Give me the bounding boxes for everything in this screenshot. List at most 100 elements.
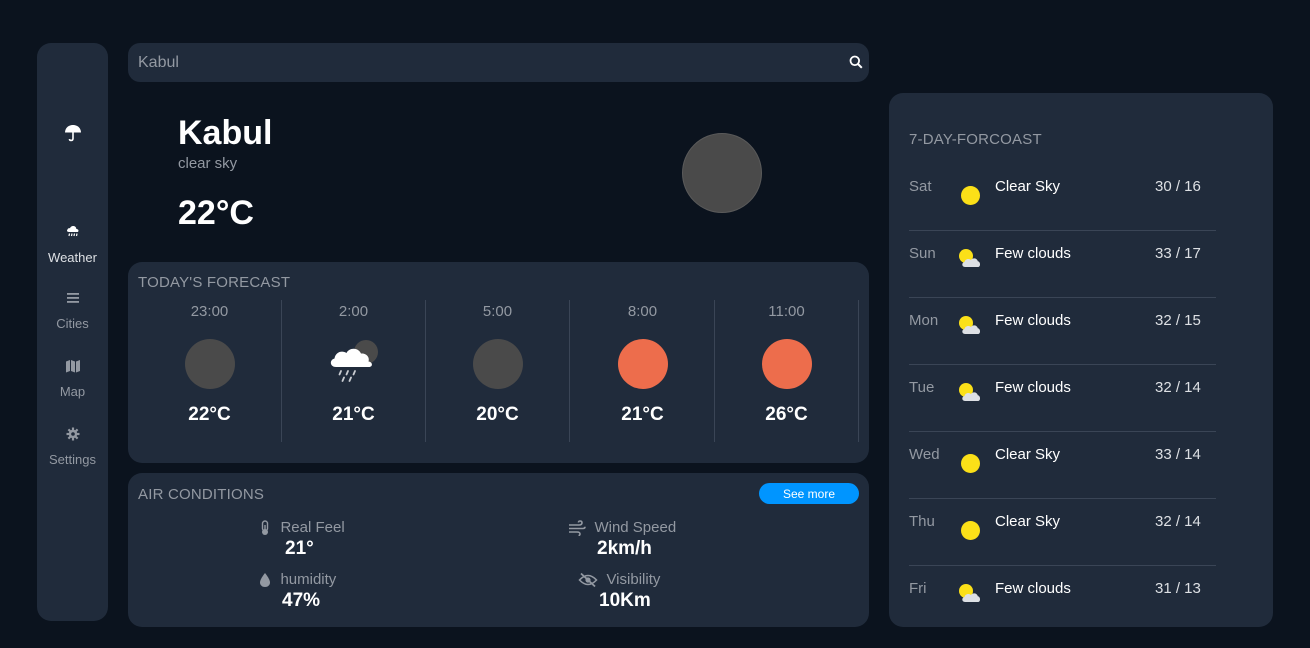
day-temp-range: 32 / 14 bbox=[1155, 513, 1201, 530]
moon-icon bbox=[184, 339, 235, 389]
hour-temp: 26°C bbox=[765, 404, 808, 425]
sidebar-item-label: Settings bbox=[49, 452, 96, 467]
sun-icon bbox=[617, 339, 668, 389]
day-condition: Few clouds bbox=[995, 245, 1071, 262]
panel-title: AIR CONDITIONS bbox=[138, 486, 265, 503]
moon-icon bbox=[472, 339, 523, 389]
sidebar-item-label: Map bbox=[59, 384, 86, 399]
hour-temp: 21°C bbox=[621, 404, 664, 425]
day-row: Sun Few clouds 33 / 17 bbox=[909, 231, 1216, 298]
hour-time: 23:00 bbox=[190, 303, 229, 320]
cloud-rain-moon-icon bbox=[330, 340, 378, 382]
seven-day-forecast-panel: 7-DAY-FORCOAST Sat Clear Sky 30 / 16 Sun… bbox=[889, 93, 1273, 627]
air-conditions-panel: AIR CONDITIONS See more Real Feel 21° Wi… bbox=[128, 473, 869, 627]
day-temp-range: 32 / 14 bbox=[1155, 379, 1201, 396]
sun-icon bbox=[957, 178, 983, 205]
day-row: Fri Few clouds 31 / 13 bbox=[909, 566, 1216, 633]
search-input[interactable] bbox=[128, 43, 828, 82]
hour-temp: 20°C bbox=[476, 404, 519, 425]
panel-title: TODAY'S FORECAST bbox=[138, 274, 291, 291]
humidity-item: humidity 47% bbox=[258, 571, 336, 612]
hour-time: 5:00 bbox=[482, 303, 513, 320]
sidebar-item-map[interactable]: Map bbox=[37, 359, 108, 399]
sun-cloud-icon bbox=[957, 379, 983, 405]
day-condition: Clear Sky bbox=[995, 446, 1061, 463]
condition-value: 21° bbox=[285, 538, 314, 559]
day-name: Mon bbox=[909, 312, 939, 329]
day-condition: Few clouds bbox=[995, 312, 1071, 329]
droplet-icon bbox=[260, 572, 270, 587]
hourly-item: 8:00 21°C bbox=[571, 300, 715, 442]
visibility-item: Visibility 10Km bbox=[578, 571, 660, 612]
umbrella-icon[interactable] bbox=[37, 123, 108, 148]
city-name: Kabul bbox=[178, 114, 273, 152]
condition-label: Visibility bbox=[606, 571, 661, 589]
day-condition: Few clouds bbox=[995, 580, 1071, 597]
day-name: Sun bbox=[909, 245, 936, 262]
sidebar-item-weather[interactable]: Weather bbox=[37, 223, 108, 265]
sidebar-item-settings[interactable]: Settings bbox=[37, 427, 108, 467]
thermometer-icon bbox=[261, 520, 269, 535]
sun-icon bbox=[957, 513, 983, 540]
wind-speed-item: Wind Speed 2km/h bbox=[568, 519, 676, 560]
day-condition: Clear Sky bbox=[995, 178, 1061, 195]
hour-temp: 21°C bbox=[332, 404, 375, 425]
day-name: Fri bbox=[909, 580, 927, 597]
day-temp-range: 33 / 17 bbox=[1155, 245, 1201, 262]
hourly-item: 23:00 22°C bbox=[138, 300, 282, 442]
search-bar bbox=[128, 43, 869, 82]
hourly-item: 2:00 21°C bbox=[282, 300, 426, 442]
weather-description: clear sky bbox=[178, 155, 238, 172]
condition-value: 2km/h bbox=[597, 538, 652, 559]
current-temperature: 22°C bbox=[178, 194, 254, 232]
sun-icon bbox=[761, 339, 812, 389]
condition-label: humidity bbox=[280, 571, 337, 589]
day-temp-range: 33 / 14 bbox=[1155, 446, 1201, 463]
day-row: Thu Clear Sky 32 / 14 bbox=[909, 499, 1216, 566]
list-icon bbox=[66, 293, 79, 303]
day-temp-range: 31 / 13 bbox=[1155, 580, 1201, 597]
sun-cloud-icon bbox=[957, 580, 983, 606]
sun-icon bbox=[957, 446, 983, 473]
eye-slash-icon bbox=[578, 572, 598, 587]
condition-label: Real Feel bbox=[280, 519, 345, 537]
search-icon[interactable] bbox=[849, 55, 863, 74]
wind-icon bbox=[569, 519, 586, 537]
day-temp-range: 30 / 16 bbox=[1155, 178, 1201, 195]
hourly-item: 11:00 26°C bbox=[715, 300, 859, 442]
hour-time: 2:00 bbox=[338, 303, 369, 320]
condition-value: 47% bbox=[282, 590, 321, 611]
day-condition: Few clouds bbox=[995, 379, 1071, 396]
sun-cloud-icon bbox=[957, 312, 983, 338]
todays-forecast-panel: TODAY'S FORECAST 23:00 22°C 2:00 21°C 5:… bbox=[128, 262, 869, 463]
day-condition: Clear Sky bbox=[995, 513, 1061, 530]
hour-time: 11:00 bbox=[768, 303, 805, 320]
day-name: Wed bbox=[909, 446, 940, 463]
day-row: Sat Clear Sky 30 / 16 bbox=[909, 164, 1216, 231]
see-more-button[interactable]: See more bbox=[759, 483, 859, 504]
cloud-rain-icon bbox=[66, 225, 78, 237]
real-feel-item: Real Feel 21° bbox=[258, 519, 345, 560]
sun-cloud-icon bbox=[957, 245, 983, 271]
condition-value: 10Km bbox=[599, 590, 651, 611]
day-name: Sat bbox=[909, 178, 932, 195]
day-row: Wed Clear Sky 33 / 14 bbox=[909, 432, 1216, 499]
sidebar-item-label: Cities bbox=[56, 316, 89, 331]
hour-temp: 22°C bbox=[188, 404, 231, 425]
day-name: Tue bbox=[909, 379, 935, 396]
hour-time: 8:00 bbox=[627, 303, 658, 320]
sidebar-item-label: Weather bbox=[48, 250, 97, 265]
day-row: Tue Few clouds 32 / 14 bbox=[909, 365, 1216, 432]
condition-label: Wind Speed bbox=[594, 519, 677, 537]
panel-title: 7-DAY-FORCOAST bbox=[909, 131, 1042, 148]
moon-icon bbox=[682, 133, 762, 213]
day-temp-range: 32 / 15 bbox=[1155, 312, 1201, 329]
map-icon bbox=[65, 360, 80, 373]
hourly-item: 5:00 20°C bbox=[426, 300, 570, 442]
sidebar: Weather Cities Map Settings bbox=[37, 43, 108, 621]
day-name: Thu bbox=[909, 513, 935, 530]
day-row: Mon Few clouds 32 / 15 bbox=[909, 298, 1216, 365]
sidebar-item-cities[interactable]: Cities bbox=[37, 291, 108, 331]
gear-icon bbox=[66, 427, 79, 441]
current-weather: Kabul clear sky 22°C bbox=[178, 114, 272, 233]
